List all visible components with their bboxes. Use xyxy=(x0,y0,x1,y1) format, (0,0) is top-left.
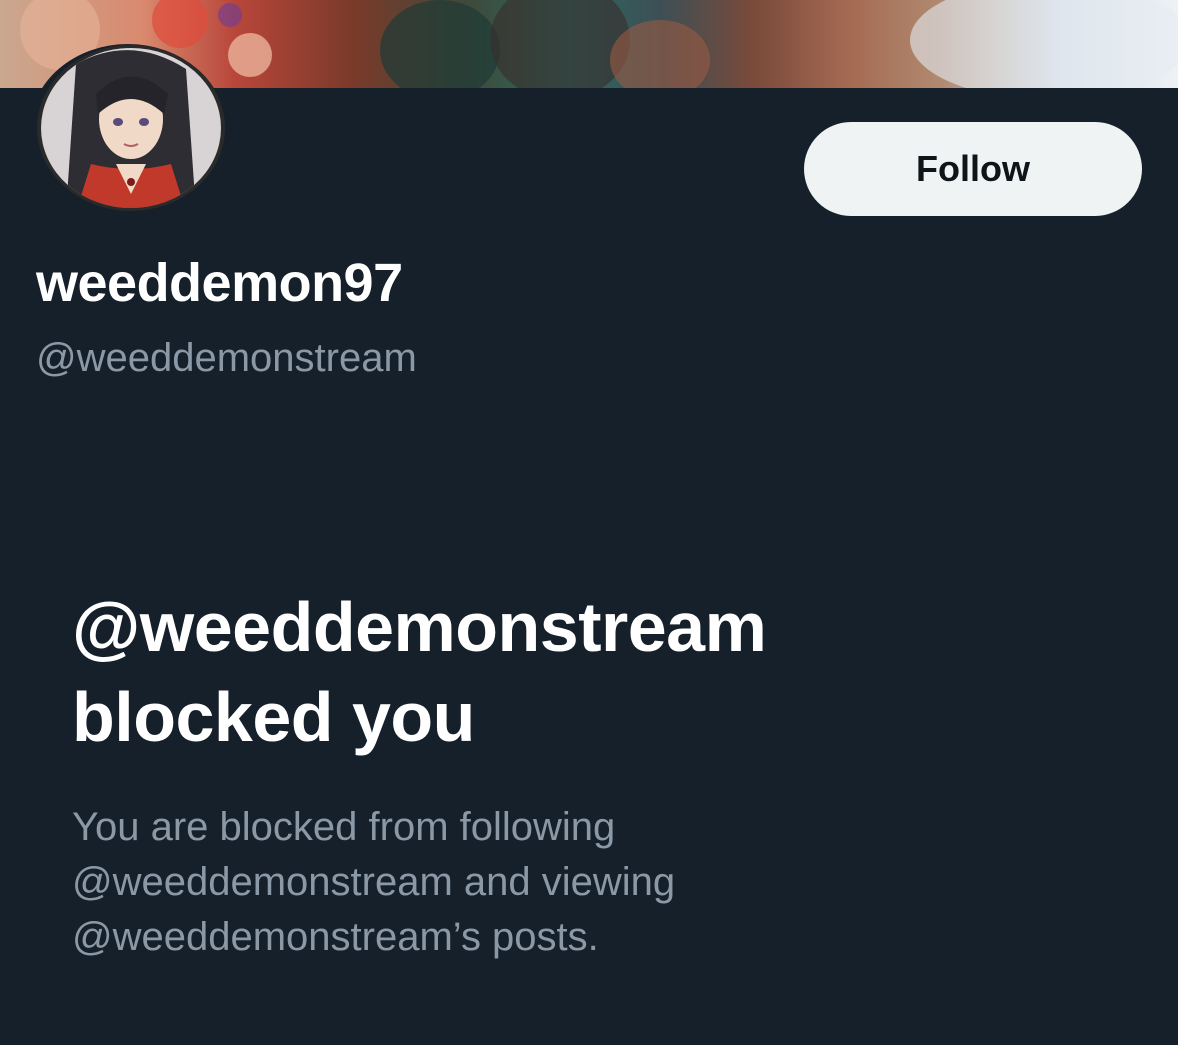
blocked-title: @weeddemonstream blocked you xyxy=(72,582,1072,762)
blocked-title-text: blocked you xyxy=(72,678,475,756)
profile-handle: @weeddemonstream xyxy=(36,336,417,380)
profile-display-name: weeddemon97 xyxy=(36,253,403,313)
blocked-desc-line: You are blocked from following xyxy=(72,805,616,849)
profile-page: Follow weeddemon97 @weeddemonstream @wee… xyxy=(0,0,1178,1045)
blocked-description: You are blocked from following @weeddemo… xyxy=(72,800,1072,965)
avatar[interactable] xyxy=(36,44,226,212)
blocked-desc-line: @weeddemonstream and viewing xyxy=(72,860,676,904)
blocked-desc-line: @weeddemonstream’s posts. xyxy=(72,915,599,959)
blocked-title-handle: @weeddemonstream xyxy=(72,588,767,666)
follow-button[interactable]: Follow xyxy=(804,122,1142,216)
